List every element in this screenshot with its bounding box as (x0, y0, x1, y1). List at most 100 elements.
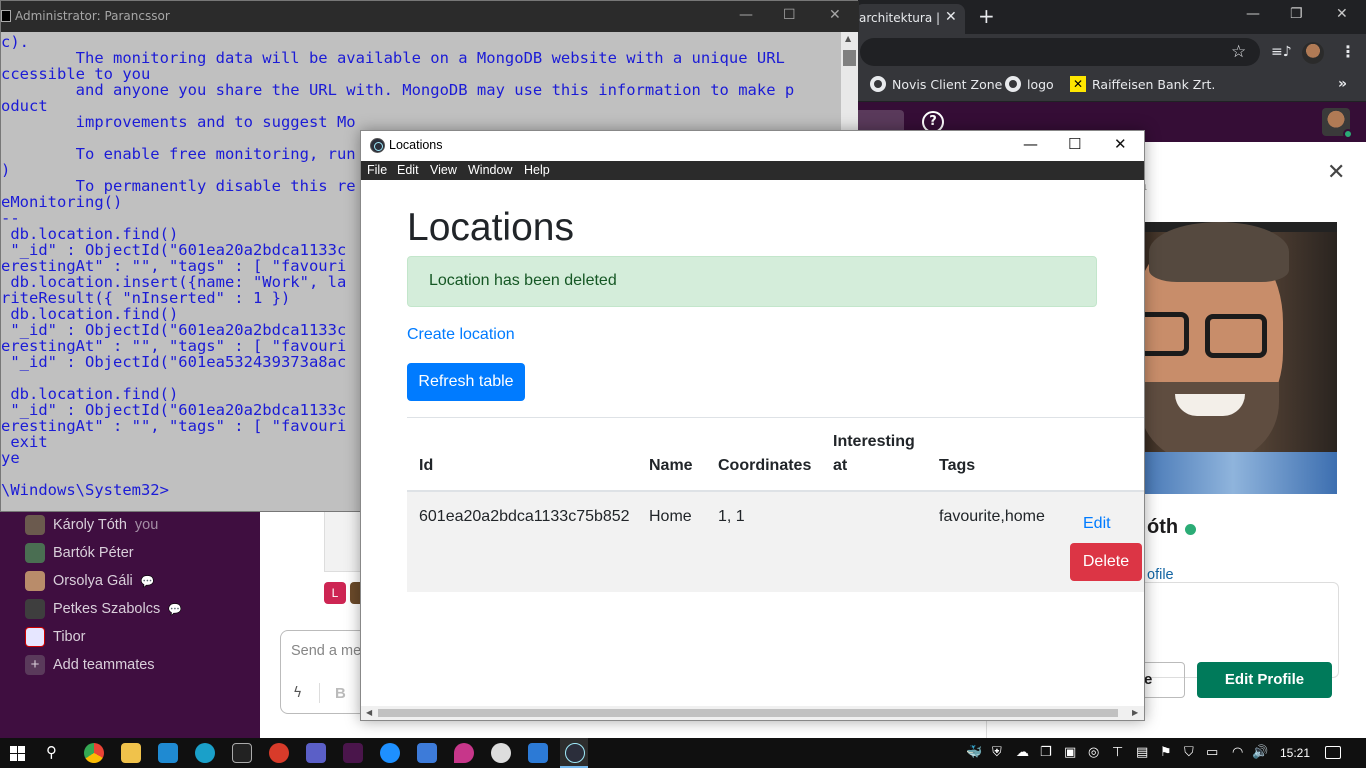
attachment-thumbnail[interactable] (324, 510, 364, 572)
view-profile-link[interactable]: ofile (1147, 567, 1174, 583)
slack-icon[interactable] (343, 743, 363, 763)
kebab-menu-icon[interactable]: ⋮ (1340, 42, 1356, 61)
console-line: db.location.find() (1, 225, 179, 243)
battery-icon[interactable]: ▭ (1206, 745, 1218, 760)
composer-placeholder: Send a me (291, 643, 362, 659)
menu-view[interactable]: View (430, 163, 457, 177)
file-explorer-icon[interactable] (121, 743, 141, 763)
sidebar-item-member[interactable]: Bartók Péter (25, 542, 134, 564)
avatar (25, 599, 45, 619)
cloud-icon[interactable]: ☁ (1016, 745, 1029, 760)
chrome-icon[interactable] (84, 743, 104, 763)
mail-icon[interactable] (528, 743, 548, 763)
shield-icon[interactable] (417, 743, 437, 763)
chrome-profile-avatar[interactable] (1302, 42, 1324, 64)
app-content: Locations Location has been deleted Crea… (361, 180, 1144, 706)
app-icon[interactable] (380, 743, 400, 763)
clock[interactable]: 15:21 (1280, 746, 1310, 760)
edit-link[interactable]: Edit (1083, 515, 1111, 533)
create-location-link[interactable]: Create location (407, 326, 515, 344)
search-icon[interactable]: ⚲ (46, 743, 57, 761)
sidebar-item-member[interactable]: Károly Tóth you (25, 514, 158, 536)
app-titlebar: Locations — ☐ ✕ (361, 131, 1144, 161)
media-control-icon[interactable]: ≡♪ (1271, 44, 1292, 60)
lightning-icon[interactable]: ϟ (293, 685, 302, 701)
console-line: riteResult({ "nInserted" : 1 }) (1, 289, 291, 307)
app-tray-icon[interactable]: ◎ (1088, 745, 1099, 760)
restore-icon[interactable]: ❐ (1290, 6, 1303, 22)
windows-start-icon[interactable] (10, 746, 25, 761)
notification-icon[interactable] (1325, 746, 1341, 759)
menu-edit[interactable]: Edit (397, 163, 419, 177)
docker-icon[interactable]: 🐳 (966, 745, 982, 760)
minimize-icon[interactable]: — (1246, 6, 1260, 22)
minimize-icon[interactable]: — (1023, 135, 1038, 153)
raiffeisen-icon: ✕ (1070, 76, 1086, 92)
menu-file[interactable]: File (367, 163, 387, 177)
edge-icon[interactable] (195, 743, 215, 763)
bookmark-star-icon[interactable]: ☆ (1231, 42, 1246, 62)
copy-icon[interactable]: ❐ (1040, 745, 1052, 760)
member-name: Petkes Szabolcs (53, 601, 161, 617)
table-row: 601ea20a2bdca1133c75b852 Home 1, 1 favou… (407, 492, 1144, 592)
bold-button[interactable]: B (335, 685, 346, 702)
scroll-up-icon[interactable]: ▲ (845, 34, 851, 43)
app-icon[interactable] (269, 743, 289, 763)
menu-window[interactable]: Window (468, 163, 512, 177)
menu-help[interactable]: Help (524, 163, 550, 177)
horizontal-scrollbar[interactable]: ◀ ▶ (361, 706, 1144, 720)
cell-tags: favourite,home (939, 508, 1045, 525)
scrollbar-thumb[interactable] (843, 50, 856, 66)
camera-icon[interactable]: ▣ (1064, 745, 1076, 760)
console-line: erestingAt" : "", "tags" : [ "favouri (1, 257, 347, 275)
close-icon[interactable]: ✕ (1327, 160, 1345, 185)
locations-window: Locations — ☐ ✕ File Edit View Window He… (360, 130, 1145, 721)
app-tray-icon[interactable]: ▤ (1136, 745, 1148, 760)
column-header-interesting: Interesting (833, 433, 915, 450)
delete-button[interactable]: Delete (1070, 543, 1142, 581)
edit-profile-button[interactable]: Edit Profile (1197, 662, 1332, 698)
new-tab-button[interactable]: + (978, 4, 995, 28)
close-icon[interactable]: ✕ (829, 7, 841, 23)
console-line: improvements and to suggest Mo (1, 113, 356, 131)
scroll-left-icon[interactable]: ◀ (366, 708, 372, 717)
bookmark-novis[interactable]: Novis Client Zone (870, 76, 1002, 92)
drop-icon[interactable] (454, 743, 474, 763)
bookmark-raiffeisen[interactable]: ✕ Raiffeisen Bank Zrt. (1070, 76, 1215, 92)
close-icon[interactable]: ✕ (945, 9, 957, 25)
cmd-icon[interactable] (232, 743, 252, 763)
scrollbar-thumb[interactable] (378, 709, 1118, 717)
more-bookmarks-icon[interactable]: » (1338, 76, 1347, 92)
add-teammates-button[interactable]: + Add teammates (25, 654, 155, 676)
console-line: eMonitoring() (1, 193, 123, 211)
sidebar-item-member[interactable]: Orsolya Gáli 💬 (25, 570, 154, 592)
refresh-table-button[interactable]: Refresh table (407, 363, 525, 401)
console-line: "_id" : ObjectId("601ea20a2bdca1133c (1, 241, 347, 259)
defender-icon[interactable]: ⛉ (1184, 745, 1194, 760)
teams-tray-icon[interactable]: ⊤ (1112, 745, 1123, 760)
address-bar[interactable] (860, 38, 1260, 66)
avatar (25, 543, 45, 563)
close-icon[interactable]: ✕ (1336, 6, 1348, 22)
minimize-icon[interactable]: — (739, 7, 753, 23)
chrome-tab[interactable]: architektura | ✕ (855, 4, 965, 34)
app-tray-icon[interactable]: ⚑ (1160, 745, 1172, 760)
plus-icon: + (25, 655, 45, 675)
electron-icon[interactable] (565, 743, 585, 763)
vscode-icon[interactable] (158, 743, 178, 763)
scroll-right-icon[interactable]: ▶ (1132, 708, 1138, 717)
volume-icon[interactable]: 🔊 (1252, 745, 1268, 760)
security-icon[interactable]: ⛨ (992, 745, 1002, 760)
palette-icon[interactable] (491, 743, 511, 763)
maximize-icon[interactable]: ☐ (1068, 135, 1081, 153)
bookmark-logo[interactable]: logo (1005, 76, 1054, 92)
maximize-icon[interactable]: ☐ (783, 7, 796, 23)
sidebar-item-member[interactable]: Tibor (25, 626, 86, 648)
console-line: The monitoring data will be available on… (1, 49, 785, 67)
sidebar-item-member[interactable]: Petkes Szabolcs 💬 (25, 598, 182, 620)
wifi-icon[interactable]: ◠ (1232, 745, 1243, 760)
close-icon[interactable]: ✕ (1114, 135, 1127, 153)
reaction-badge[interactable]: L (324, 582, 346, 604)
teams-icon[interactable] (306, 743, 326, 763)
profile-name: óth (1147, 516, 1179, 538)
